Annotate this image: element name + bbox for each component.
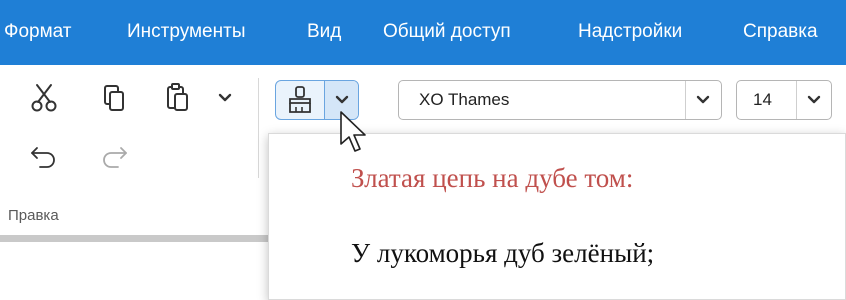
menu-view[interactable]: Вид — [307, 20, 341, 44]
brush-icon[interactable] — [276, 81, 324, 119]
mouse-pointer-icon — [340, 111, 366, 152]
undo-icon[interactable] — [26, 137, 62, 173]
menu-addons[interactable]: Надстройки — [578, 20, 682, 44]
edit-group-label: Правка — [8, 207, 59, 224]
menu-help[interactable]: Справка — [743, 20, 818, 44]
menu-bar: Формат Инструменты Вид Общий доступ Надс… — [0, 0, 846, 65]
paste-icon[interactable] — [160, 80, 196, 116]
font-size-combo[interactable]: 14 — [736, 80, 832, 120]
font-size-value: 14 — [753, 90, 772, 109]
preview-line-plain[interactable]: У лукоморья дуб зелёный; — [351, 237, 654, 269]
copy-icon[interactable] — [96, 80, 132, 116]
group-separator — [258, 78, 259, 178]
redo-icon[interactable] — [96, 137, 132, 173]
font-name-chevron-icon[interactable] — [686, 81, 720, 119]
font-size-chevron-icon[interactable] — [797, 81, 831, 119]
cut-icon[interactable] — [26, 80, 62, 116]
menu-tools[interactable]: Инструменты — [127, 20, 245, 44]
font-name-value: XO Thames — [419, 90, 510, 109]
paste-options-chevron-icon[interactable] — [212, 80, 238, 116]
menu-sharing[interactable]: Общий доступ — [383, 20, 511, 44]
menu-format[interactable]: Формат — [4, 20, 72, 44]
preview-line-styled[interactable]: Златая цепь на дубе том: — [351, 162, 633, 194]
font-name-combo[interactable]: XO Thames — [398, 80, 722, 120]
ribbon-bottom-border — [0, 235, 270, 242]
